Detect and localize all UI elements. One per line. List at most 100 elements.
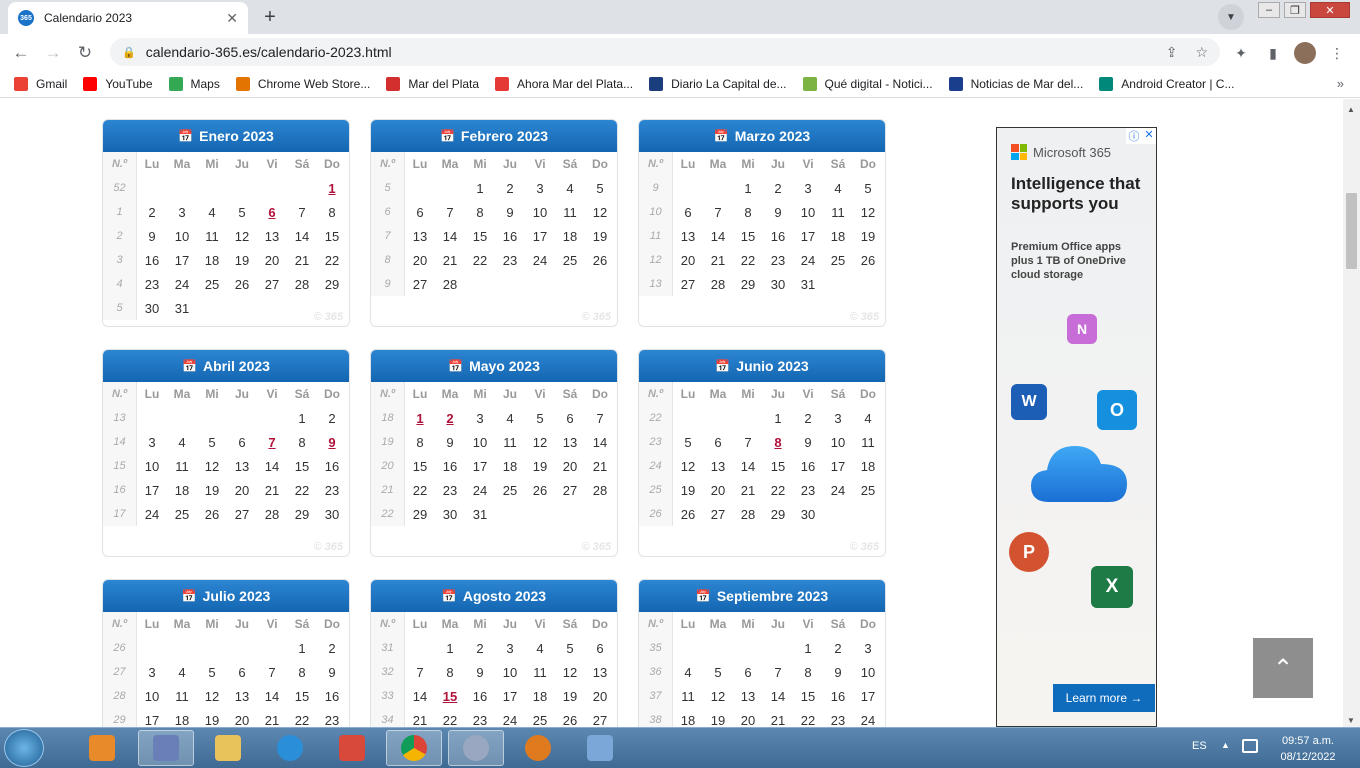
day-cell: 11 bbox=[563, 204, 577, 220]
week-number: 5 bbox=[103, 296, 137, 320]
month-header[interactable]: 📅 Agosto 2023 bbox=[371, 580, 617, 612]
taskbar-media-player[interactable] bbox=[74, 730, 130, 766]
day-cell: 19 bbox=[204, 482, 220, 498]
taskbar-app-2[interactable] bbox=[448, 730, 504, 766]
share-icon[interactable]: ⇪ bbox=[1166, 44, 1178, 61]
weekday-header: Vi bbox=[802, 157, 814, 171]
month-header[interactable]: 📅 Marzo 2023 bbox=[639, 120, 885, 152]
window-close-button[interactable]: ✕ bbox=[1310, 2, 1350, 18]
holiday-day[interactable]: 2 bbox=[435, 406, 465, 430]
day-cell: 7 bbox=[714, 204, 722, 220]
restore-button[interactable]: ❐ bbox=[1284, 2, 1306, 18]
clock[interactable]: 09:57 a.m. 08/12/2022 bbox=[1272, 733, 1344, 765]
holiday-day[interactable]: 7 bbox=[257, 430, 287, 454]
bookmark-item[interactable]: YouTube bbox=[83, 76, 153, 91]
ad-choices-icon[interactable]: ⓘ bbox=[1128, 128, 1139, 144]
bookmark-item[interactable]: Android Creator | C... bbox=[1099, 76, 1234, 91]
ad-close-icon[interactable]: ✕ bbox=[1144, 128, 1153, 144]
holiday-day[interactable]: 8 bbox=[763, 430, 793, 454]
month-header[interactable]: 📅 Septiembre 2023 bbox=[639, 580, 885, 612]
taskbar-ie[interactable] bbox=[262, 730, 318, 766]
holiday-day[interactable]: 1 bbox=[405, 406, 435, 430]
day-cell: 28 bbox=[294, 276, 310, 292]
start-button[interactable] bbox=[4, 729, 44, 767]
day-cell: 30 bbox=[324, 506, 340, 522]
language-indicator[interactable]: ES bbox=[1192, 740, 1207, 752]
bookmark-item[interactable]: Chrome Web Store... bbox=[235, 76, 370, 91]
profile-avatar[interactable] bbox=[1294, 42, 1316, 64]
network-icon[interactable] bbox=[1242, 739, 1258, 753]
back-icon[interactable]: ← bbox=[8, 40, 34, 66]
day-cell: 12 bbox=[204, 458, 220, 474]
taskbar-app-3[interactable] bbox=[510, 730, 566, 766]
day-cell: 23 bbox=[442, 482, 458, 498]
month-header[interactable]: 📅 Enero 2023 bbox=[103, 120, 349, 152]
forward-icon[interactable]: → bbox=[40, 40, 66, 66]
weekday-header: Ju bbox=[234, 387, 249, 401]
ad-controls[interactable]: ⓘ ✕ bbox=[1126, 128, 1156, 144]
bookmark-item[interactable]: Maps bbox=[168, 76, 220, 91]
scroll-up-icon[interactable]: ▲ bbox=[1347, 105, 1355, 114]
weekday-header: Lu bbox=[680, 617, 696, 631]
day-cell: 20 bbox=[234, 712, 250, 728]
day-cell bbox=[137, 176, 167, 200]
holiday-day[interactable]: 9 bbox=[317, 430, 347, 454]
tab-title: Calendario 2023 bbox=[44, 11, 133, 25]
day-cell: 9 bbox=[834, 664, 842, 680]
day-cell: 4 bbox=[506, 410, 514, 426]
month-header[interactable]: 📅 Febrero 2023 bbox=[371, 120, 617, 152]
bookmark-item[interactable]: Qué digital - Notici... bbox=[802, 76, 933, 91]
lock-icon[interactable]: 🔒 bbox=[122, 46, 136, 59]
advertisement[interactable]: ⓘ ✕ Microsoft 365 Intelligence that supp… bbox=[996, 127, 1157, 727]
bookmark-item[interactable]: Diario La Capital de... bbox=[649, 76, 787, 91]
month-calendar: 📅 Agosto 2023 N.º Lu Ma Mi Ju Vi Sá Do 31 1 2 3 4 5 6 32 7… bbox=[370, 579, 618, 727]
taskbar-remote-app[interactable] bbox=[138, 730, 194, 766]
taskbar-explorer[interactable] bbox=[200, 730, 256, 766]
month-header[interactable]: 📅 Junio 2023 bbox=[639, 350, 885, 382]
holiday-day[interactable]: 15 bbox=[435, 684, 465, 708]
day-cell: 29 bbox=[740, 276, 756, 292]
day-cell: 18 bbox=[860, 458, 876, 474]
day-cell: 10 bbox=[502, 664, 518, 680]
holiday-day[interactable]: 6 bbox=[257, 200, 287, 224]
minimize-button[interactable]: – bbox=[1258, 2, 1280, 18]
extensions-icon[interactable]: ✦ bbox=[1230, 42, 1252, 64]
reload-icon[interactable]: ↻ bbox=[72, 40, 98, 66]
weekday-header: Ju bbox=[502, 157, 517, 171]
scroll-thumb[interactable] bbox=[1346, 193, 1357, 269]
browser-tab[interactable]: 365 Calendario 2023 ✕ bbox=[8, 2, 248, 34]
bookmark-star-icon[interactable]: ☆ bbox=[1195, 44, 1208, 61]
back-to-top-button[interactable]: ⌃ bbox=[1253, 638, 1313, 698]
scroll-down-icon[interactable]: ▼ bbox=[1347, 716, 1355, 725]
tab-search-button[interactable]: ▼ bbox=[1218, 4, 1244, 30]
menu-icon[interactable]: ⋮ bbox=[1326, 42, 1348, 64]
bookmark-item[interactable]: Noticias de Mar del... bbox=[948, 76, 1083, 91]
calendar-icon: 📅 bbox=[441, 589, 457, 603]
day-cell: 7 bbox=[744, 434, 752, 450]
week-number: 2 bbox=[103, 224, 137, 248]
more-bookmarks-icon[interactable]: » bbox=[1337, 76, 1344, 91]
day-cell: 10 bbox=[860, 664, 876, 680]
bookmark-item[interactable]: Gmail bbox=[14, 76, 67, 91]
month-header[interactable]: 📅 Abril 2023 bbox=[103, 350, 349, 382]
clock-time: 09:57 a.m. bbox=[1282, 735, 1334, 747]
taskbar-app-4[interactable] bbox=[572, 730, 628, 766]
url-text[interactable]: calendario-365.es/calendario-2023.html bbox=[146, 44, 1148, 60]
outlook-icon: O bbox=[1097, 390, 1137, 430]
learn-more-button[interactable]: Learn more → bbox=[1053, 684, 1155, 712]
bookmark-item[interactable]: Mar del Plata bbox=[386, 76, 479, 91]
weekday-header: Ma bbox=[173, 157, 191, 171]
new-tab-button[interactable]: + bbox=[256, 4, 284, 30]
month-header[interactable]: 📅 Mayo 2023 bbox=[371, 350, 617, 382]
address-bar[interactable]: 🔒 calendario-365.es/calendario-2023.html… bbox=[110, 38, 1220, 66]
tab-close-icon[interactable]: ✕ bbox=[226, 10, 238, 27]
side-panel-icon[interactable]: ▮ bbox=[1262, 42, 1284, 64]
day-cell: 24 bbox=[472, 482, 488, 498]
taskbar-chrome[interactable] bbox=[386, 730, 442, 766]
month-header[interactable]: 📅 Julio 2023 bbox=[103, 580, 349, 612]
tray-expand-icon[interactable]: ▲ bbox=[1221, 740, 1230, 750]
taskbar-app[interactable] bbox=[324, 730, 380, 766]
holiday-day[interactable]: 1 bbox=[317, 176, 347, 200]
page-scrollbar[interactable]: ▲ ▼ bbox=[1343, 99, 1360, 727]
bookmark-item[interactable]: Ahora Mar del Plata... bbox=[495, 76, 633, 91]
